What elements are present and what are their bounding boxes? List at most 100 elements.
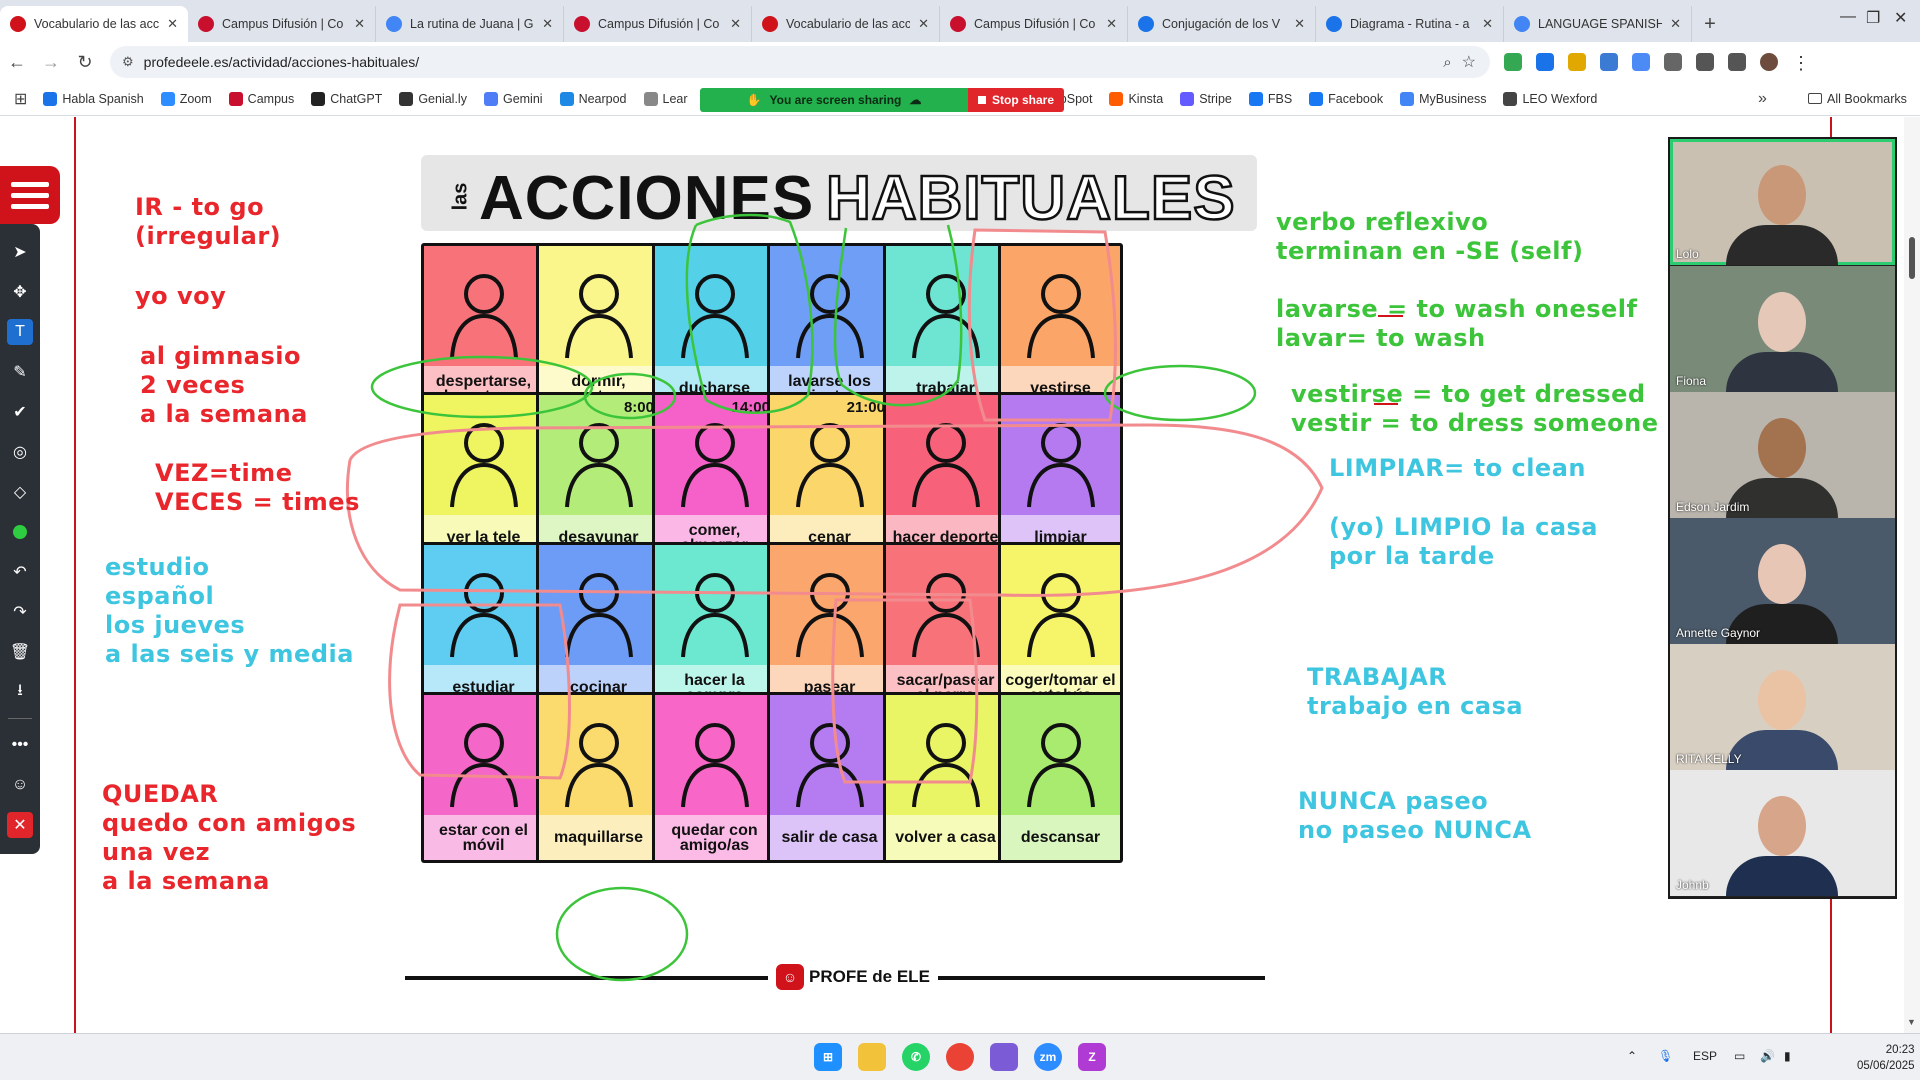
- pen-icon[interactable]: ✎: [7, 359, 33, 385]
- apps-grid-icon[interactable]: ⊞: [14, 89, 27, 109]
- all-bookmarks-folder[interactable]: All Bookmarks: [1808, 92, 1907, 106]
- download-icon[interactable]: ⭳: [7, 679, 33, 705]
- google-drive-icon[interactable]: [1504, 53, 1522, 71]
- bookmark-item[interactable]: Gemini: [483, 91, 543, 106]
- undo-icon[interactable]: ↶: [7, 559, 33, 585]
- file-explorer-icon[interactable]: [858, 1043, 886, 1071]
- bookmark-item[interactable]: MyBusiness: [1400, 91, 1486, 106]
- annotation-app-icon[interactable]: Z: [1078, 1043, 1106, 1071]
- drag-handle-icon[interactable]: ✋: [747, 93, 762, 107]
- participant-icon[interactable]: ☺: [7, 772, 33, 798]
- activity-card: vestirse: [998, 243, 1123, 414]
- windows-start-icon[interactable]: ⊞: [814, 1043, 842, 1071]
- extension-icon[interactable]: [1568, 53, 1586, 71]
- activity-label: quedar con amigo/as: [655, 815, 774, 860]
- close-tab-icon[interactable]: ✕: [1670, 16, 1681, 32]
- tab-search-icon[interactable]: [1728, 53, 1746, 71]
- more-options-icon[interactable]: •••: [7, 732, 33, 758]
- language-indicator[interactable]: ESP: [1693, 1049, 1717, 1063]
- participant-video-tile[interactable]: Fiona: [1670, 266, 1895, 392]
- minimize-icon[interactable]: —: [1840, 8, 1856, 26]
- extension-icon[interactable]: [1632, 53, 1650, 71]
- extension-icon[interactable]: [1600, 53, 1618, 71]
- bookmark-item[interactable]: Zoom: [160, 91, 212, 106]
- whatsapp-icon[interactable]: ✆: [902, 1043, 930, 1071]
- bookmark-item[interactable]: Nearpod: [559, 91, 627, 106]
- close-tab-icon[interactable]: ✕: [918, 16, 929, 32]
- page-scrollbar[interactable]: ▲ ▼: [1904, 117, 1920, 1033]
- restore-icon[interactable]: ❐: [1866, 8, 1880, 28]
- puzzle-icon[interactable]: [1664, 53, 1682, 71]
- activity-card: dormir, acostarse: [536, 243, 661, 414]
- close-window-icon[interactable]: ✕: [1894, 8, 1907, 28]
- bookmark-item[interactable]: LEO Wexford: [1503, 91, 1597, 106]
- text-tool-icon[interactable]: T: [7, 319, 33, 345]
- stop-share-button[interactable]: Stop share: [968, 88, 1064, 112]
- bookmark-item[interactable]: Stripe: [1180, 91, 1232, 106]
- forward-button[interactable]: →: [34, 52, 68, 73]
- bookmark-star-icon[interactable]: ☆: [1462, 52, 1476, 72]
- move-icon[interactable]: ✥: [7, 279, 33, 305]
- participant-video-tile[interactable]: Johnb: [1670, 770, 1895, 896]
- scroll-down-icon[interactable]: ▼: [1907, 1017, 1916, 1027]
- close-annotation-icon[interactable]: ✕: [7, 812, 33, 838]
- checkmark-icon[interactable]: ✔: [7, 399, 33, 425]
- participant-video-tile[interactable]: RITA KELLY: [1670, 644, 1895, 770]
- menu-kebab-icon[interactable]: ⋮: [1792, 53, 1810, 73]
- bookmark-item[interactable]: Kinsta: [1109, 91, 1163, 106]
- select-arrow-icon[interactable]: ➤: [7, 239, 33, 265]
- bookmark-item[interactable]: Habla Spanish: [43, 91, 144, 106]
- participant-video-tile[interactable]: Annette Gaynor: [1670, 518, 1895, 644]
- close-tab-icon[interactable]: ✕: [167, 16, 178, 32]
- bookmark-item[interactable]: Campus: [228, 91, 294, 106]
- battery-icon[interactable]: ▮: [1784, 1049, 1791, 1063]
- bookmark-item[interactable]: Lear: [643, 91, 688, 106]
- browser-tab[interactable]: Conjugación de los V ✕: [1128, 6, 1316, 42]
- bookmark-item[interactable]: Genial.ly: [399, 91, 467, 106]
- browser-tab[interactable]: Vocabulario de las acc ✕: [0, 6, 188, 42]
- spotlight-icon[interactable]: ◎: [7, 439, 33, 465]
- extension-icon[interactable]: [1536, 53, 1554, 71]
- trash-icon[interactable]: [1696, 53, 1714, 71]
- network-icon[interactable]: ▭: [1734, 1049, 1745, 1063]
- eraser-icon[interactable]: ◇: [7, 479, 33, 505]
- chrome-icon[interactable]: [946, 1043, 974, 1071]
- close-tab-icon[interactable]: ✕: [730, 16, 741, 32]
- tray-chevron-icon[interactable]: ⌃: [1627, 1049, 1637, 1063]
- reload-button[interactable]: ↻: [68, 52, 102, 73]
- browser-tab[interactable]: Diagrama - Rutina - a ✕: [1316, 6, 1504, 42]
- browser-tab[interactable]: Campus Difusión | Co ✕: [564, 6, 752, 42]
- back-button[interactable]: ←: [0, 52, 34, 73]
- microphone-icon[interactable]: 🎙: [1658, 1049, 1673, 1063]
- scroll-thumb[interactable]: [1909, 237, 1915, 279]
- redo-icon[interactable]: ↷: [7, 599, 33, 625]
- address-bar[interactable]: ⚙ profedeele.es/actividad/acciones-habit…: [110, 46, 1490, 78]
- bookmark-item[interactable]: ChatGPT: [311, 91, 382, 106]
- color-picker-icon[interactable]: [7, 519, 33, 545]
- new-tab-button[interactable]: +: [1692, 6, 1728, 42]
- participant-video-tile[interactable]: Lolo: [1670, 139, 1895, 265]
- browser-tab[interactable]: Campus Difusión | Co ✕: [188, 6, 376, 42]
- bookmark-item[interactable]: FBS: [1248, 91, 1292, 106]
- delete-icon[interactable]: 🗑: [7, 639, 33, 665]
- close-tab-icon[interactable]: ✕: [1106, 16, 1117, 32]
- close-tab-icon[interactable]: ✕: [1294, 16, 1305, 32]
- snipping-tool-icon[interactable]: [990, 1043, 1018, 1071]
- close-tab-icon[interactable]: ✕: [1482, 16, 1493, 32]
- participant-video-tile[interactable]: Edson Jardim: [1670, 392, 1895, 518]
- system-clock[interactable]: 20:23 05/06/2025: [1857, 1042, 1915, 1074]
- zoom-app-icon[interactable]: zm: [1034, 1043, 1062, 1071]
- profile-avatar[interactable]: [1760, 53, 1778, 71]
- browser-tab[interactable]: La rutina de Juana | G ✕: [376, 6, 564, 42]
- site-info-icon[interactable]: ⚙: [122, 54, 134, 70]
- browser-tab[interactable]: Vocabulario de las acc ✕: [752, 6, 940, 42]
- close-tab-icon[interactable]: ✕: [354, 16, 365, 32]
- browser-tab[interactable]: Campus Difusión | Co ✕: [940, 6, 1128, 42]
- browser-tab[interactable]: LANGUAGE SPANISH ✕: [1504, 6, 1692, 42]
- bookmarks-overflow-icon[interactable]: »: [1758, 90, 1767, 108]
- bookmark-item[interactable]: Facebook: [1309, 91, 1383, 106]
- close-tab-icon[interactable]: ✕: [542, 16, 553, 32]
- volume-icon[interactable]: 🔊: [1760, 1049, 1775, 1063]
- zoom-icon[interactable]: ⌕: [1443, 54, 1451, 71]
- annotation-menu-button[interactable]: [0, 166, 60, 224]
